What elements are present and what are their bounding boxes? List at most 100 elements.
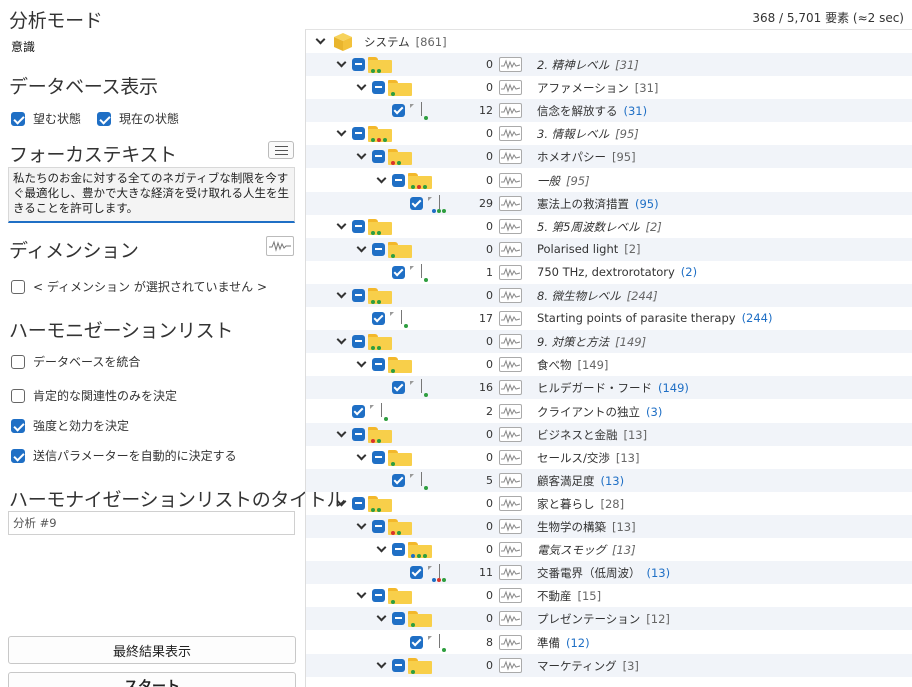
waveform-icon[interactable] <box>499 473 522 488</box>
chevron-down-icon[interactable] <box>376 173 387 184</box>
checked-checkbox-icon[interactable] <box>392 266 405 279</box>
waveform-icon[interactable] <box>499 450 522 465</box>
waveform-icon[interactable] <box>499 196 522 211</box>
partial-checkbox-icon[interactable] <box>372 520 385 533</box>
checked-checkbox-icon[interactable] <box>392 381 405 394</box>
partial-checkbox-icon[interactable] <box>352 127 365 140</box>
partial-checkbox-icon[interactable] <box>372 589 385 602</box>
partial-checkbox-icon[interactable] <box>352 335 365 348</box>
auto-params-checkbox[interactable]: 送信パラメーターを自動的に決定する <box>11 447 237 464</box>
waveform-icon[interactable] <box>499 265 522 280</box>
chevron-down-icon[interactable] <box>315 34 326 45</box>
waveform-icon[interactable] <box>499 103 522 118</box>
checkbox-icon[interactable] <box>11 111 25 126</box>
waveform-icon[interactable] <box>499 658 522 673</box>
checked-checkbox-icon[interactable] <box>410 636 423 649</box>
partial-checkbox-icon[interactable] <box>372 358 385 371</box>
tree-row[interactable]: 0 家と暮らし [28] <box>306 492 912 515</box>
chevron-down-icon[interactable] <box>376 611 387 622</box>
tree-row[interactable]: 11 交番電界（低周波） (13) <box>306 561 912 584</box>
tree-row[interactable]: 16 ヒルデガード・フード (149) <box>306 376 912 399</box>
tree-row[interactable]: 0 電気スモッグ [13] <box>306 538 912 561</box>
waveform-icon[interactable] <box>499 357 522 372</box>
chevron-down-icon[interactable] <box>336 288 347 299</box>
partial-checkbox-icon[interactable] <box>392 174 405 187</box>
partial-checkbox-icon[interactable] <box>392 543 405 556</box>
partial-checkbox-icon[interactable] <box>352 289 365 302</box>
tree-row[interactable]: 0 2. 精神レベル [31] <box>306 53 912 76</box>
chevron-down-icon[interactable] <box>376 542 387 553</box>
tree-row[interactable]: 0 セールス/交渉 [13] <box>306 446 912 469</box>
start-button[interactable]: スタート <box>8 672 296 687</box>
tree-row[interactable]: 0 3. 情報レベル [95] <box>306 122 912 145</box>
waveform-icon[interactable] <box>499 288 522 303</box>
list-title-input[interactable]: 分析 #9 <box>8 511 295 535</box>
partial-checkbox-icon[interactable] <box>372 451 385 464</box>
waveform-icon[interactable] <box>499 219 522 234</box>
checkbox-icon[interactable] <box>97 111 112 126</box>
chevron-down-icon[interactable] <box>376 658 387 669</box>
checked-checkbox-icon[interactable] <box>392 474 405 487</box>
checkbox-icon[interactable] <box>11 279 25 294</box>
waveform-icon[interactable] <box>499 542 522 557</box>
chevron-down-icon[interactable] <box>336 57 347 68</box>
partial-checkbox-icon[interactable] <box>372 150 385 163</box>
chevron-down-icon[interactable] <box>356 80 367 91</box>
waveform-icon[interactable] <box>499 611 522 626</box>
waveform-icon[interactable] <box>499 635 522 650</box>
waveform-icon[interactable] <box>499 334 522 349</box>
tree-root-row[interactable]: システム [861] <box>306 30 912 53</box>
current-state-checkbox[interactable]: 現在の状態 <box>97 110 179 127</box>
checked-checkbox-icon[interactable] <box>372 312 385 325</box>
menu-icon[interactable] <box>268 141 294 159</box>
waveform-icon[interactable] <box>499 427 522 442</box>
merge-database-checkbox[interactable]: データベースを統合 <box>11 353 140 370</box>
chevron-down-icon[interactable] <box>356 149 367 160</box>
tree-row[interactable]: 0 不動産 [15] <box>306 584 912 607</box>
checked-checkbox-icon[interactable] <box>410 566 423 579</box>
waveform-icon[interactable] <box>266 236 294 256</box>
checkbox-icon[interactable] <box>11 354 25 369</box>
waveform-icon[interactable] <box>499 57 522 72</box>
chevron-down-icon[interactable] <box>356 242 367 253</box>
checked-checkbox-icon[interactable] <box>352 405 365 418</box>
tree-row[interactable]: 0 ビジネスと金融 [13] <box>306 423 912 446</box>
checkbox-icon[interactable] <box>11 388 25 403</box>
tree-row[interactable]: 0 マーケティング [3] <box>306 654 912 677</box>
chevron-down-icon[interactable] <box>356 357 367 368</box>
waveform-icon[interactable] <box>499 149 522 164</box>
tree-row[interactable]: 8 準備 (12) <box>306 631 912 654</box>
analysis-mode-value[interactable]: 意識 <box>11 38 35 55</box>
waveform-icon[interactable] <box>499 565 522 580</box>
tree-row[interactable]: 0 アファメーション [31] <box>306 76 912 99</box>
waveform-icon[interactable] <box>499 380 522 395</box>
tree-row[interactable]: 0 食べ物 [149] <box>306 353 912 376</box>
partial-checkbox-icon[interactable] <box>352 497 365 510</box>
tree-row[interactable]: 2 クライアントの独立 (3) <box>306 400 912 423</box>
tree-row[interactable]: 0 5. 第5周波数レベル [2] <box>306 215 912 238</box>
positive-only-checkbox[interactable]: 肯定的な関連性のみを決定 <box>11 387 177 404</box>
waveform-icon[interactable] <box>499 311 522 326</box>
strength-potency-checkbox[interactable]: 強度と効力を決定 <box>11 417 129 434</box>
partial-checkbox-icon[interactable] <box>392 612 405 625</box>
tree-row[interactable]: 12 信念を解放する (31) <box>306 99 912 122</box>
tree-row[interactable]: 5 顧客満足度 (13) <box>306 469 912 492</box>
chevron-down-icon[interactable] <box>336 334 347 345</box>
chevron-down-icon[interactable] <box>356 519 367 530</box>
chevron-down-icon[interactable] <box>336 496 347 507</box>
tree-row[interactable]: 0 Polarised light [2] <box>306 238 912 261</box>
waveform-icon[interactable] <box>499 519 522 534</box>
waveform-icon[interactable] <box>499 242 522 257</box>
chevron-down-icon[interactable] <box>336 126 347 137</box>
chevron-down-icon[interactable] <box>356 588 367 599</box>
chevron-down-icon[interactable] <box>336 427 347 438</box>
tree-row[interactable]: 0 一般 [95] <box>306 169 912 192</box>
checked-checkbox-icon[interactable] <box>410 197 423 210</box>
partial-checkbox-icon[interactable] <box>372 81 385 94</box>
partial-checkbox-icon[interactable] <box>392 659 405 672</box>
waveform-icon[interactable] <box>499 173 522 188</box>
final-results-button[interactable]: 最終結果表示 <box>8 636 296 664</box>
partial-checkbox-icon[interactable] <box>352 428 365 441</box>
focus-text-area[interactable]: 私たちのお金に対する全てのネガティブな制限を今すぐ最適化し、豊かで大きな経済を受… <box>8 167 295 223</box>
partial-checkbox-icon[interactable] <box>372 243 385 256</box>
